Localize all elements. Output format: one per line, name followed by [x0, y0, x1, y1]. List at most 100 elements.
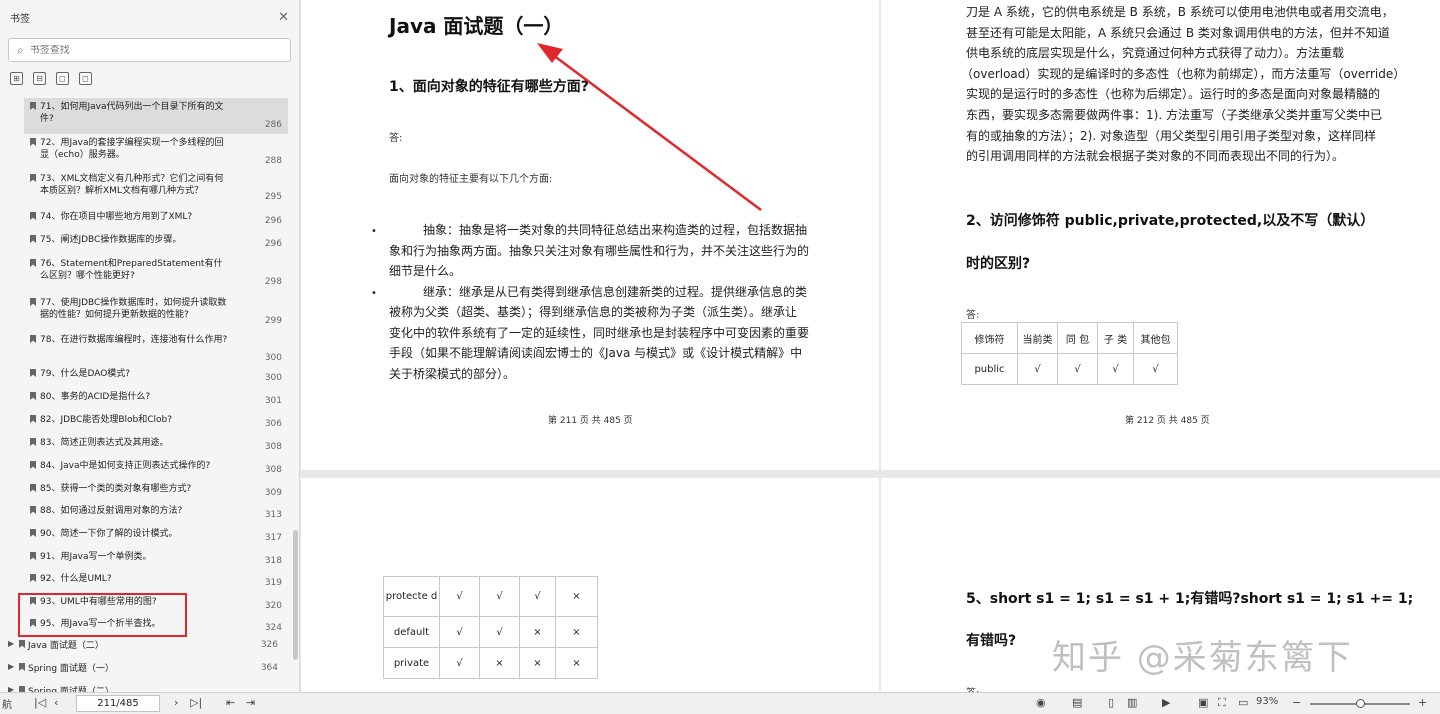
bookmark-item[interactable]: 71、如何用Java代码列出一个目录下所有的文件? 286 [24, 98, 288, 134]
add-bookmark-icon[interactable]: ◻ [56, 72, 69, 85]
table-cell: public [961, 353, 1018, 385]
bookmark-icon [30, 484, 36, 492]
bookmark-item-label: 84、Java中是如何支持正则表达式操作的? [40, 461, 211, 471]
bookmark-page-number: 318 [264, 556, 282, 566]
table-row: default √ √ × × [383, 616, 598, 648]
bookmark-item[interactable]: 91、用Java写一个单例类。 318 [24, 548, 288, 570]
access-modifier-table-continued: protecte d √ √ √ × default √ √ × × private √ × × × [383, 576, 598, 679]
close-icon[interactable]: ✕ [278, 10, 289, 25]
answer-label: 答: [966, 310, 980, 321]
play-icon[interactable]: ▶ [1162, 696, 1170, 709]
bookmark-item[interactable]: 76、Statement和PreparedStatement有什么区别？哪个性能… [24, 255, 288, 291]
fit-width-icon[interactable]: ▭ [1238, 696, 1248, 709]
table-cell: × [555, 576, 598, 617]
zoom-slider[interactable] [1310, 699, 1410, 708]
bookmark-page-number: 306 [264, 419, 282, 429]
bookmark-item[interactable]: 79、什么是DAO模式? 300 [24, 365, 288, 387]
bookmark-search-input[interactable] [29, 44, 260, 56]
zoom-out-icon[interactable]: − [1292, 696, 1301, 709]
table-header-cell: 子 类 [1097, 322, 1134, 354]
bookmark-item[interactable]: 92、什么是UML? 319 [24, 570, 288, 592]
bookmark-item-label: 79、什么是DAO模式? [40, 369, 131, 379]
expand-arrow-icon[interactable]: ▶ [8, 662, 14, 671]
bookmark-toolbar: ⊞ ⊟ ◻ ◻ [10, 72, 92, 85]
question-5-heading-line-2: 有错吗? [966, 633, 1017, 649]
table-cell: √ [1057, 353, 1098, 385]
next-page-button[interactable]: › [174, 696, 178, 709]
bookmark-item[interactable]: 80、事务的ACID是指什么? 301 [24, 388, 288, 410]
bookmark-item-label: 91、用Java写一个单例类。 [40, 552, 152, 562]
bookmark-item[interactable]: 77、使用JDBC操作数据库时，如何提升读取数据的性能？如何提升更新数据的性能?… [24, 294, 288, 330]
last-page-button[interactable]: ▷| [190, 696, 202, 709]
page-footer: 第 212 页 共 485 页 [1125, 416, 1210, 426]
table-cell: √ [1017, 353, 1058, 385]
back-icon[interactable]: ⇤ [226, 696, 235, 709]
table-cell: √ [519, 576, 556, 617]
zoom-in-icon[interactable]: + [1418, 696, 1427, 709]
annotation-arrow [537, 43, 762, 212]
bookmark-group[interactable]: ▶ Java 面试题（二） 326 [6, 636, 286, 654]
bookmark-item-label: 75、阐述JDBC操作数据库的步骤。 [40, 235, 182, 245]
actual-size-icon[interactable]: ▣ [1198, 696, 1208, 709]
bookmark-item[interactable]: 88、如何通过反射调用对象的方法? 313 [24, 502, 288, 524]
table-cell: default [383, 616, 440, 648]
expand-arrow-icon[interactable]: ▶ [8, 685, 14, 692]
bookmark-page-number: 308 [264, 465, 282, 475]
continued-text-line: 实现的是运行时的多态性（也称为后绑定）。运行时的多态是面向对象最精髓的 [966, 87, 1381, 102]
first-page-button[interactable]: |◁ [34, 696, 46, 709]
table-cell: √ [479, 576, 520, 617]
watermark-text: 知乎 @采菊东篱下 [1052, 638, 1353, 678]
bookmark-icon [19, 640, 25, 648]
continued-text-line: 东西，要实现多态需要做两件事：1). 方法重写（子类继承父类并重写父类中已 [966, 108, 1382, 122]
bookmark-item[interactable]: 84、Java中是如何支持正则表达式操作的? 308 [24, 457, 288, 479]
bookmark-icon [30, 392, 36, 400]
eye-protection-icon[interactable]: ◉ [1036, 696, 1046, 709]
table-cell: × [479, 647, 520, 679]
bookmark-item[interactable]: 73、XML文档定义有几种形式？它们之间有何本质区别？解析XML文档有哪几种方式… [24, 170, 288, 206]
bookmark-item[interactable]: 82、JDBC能否处理Blob和Clob? 306 [24, 411, 288, 433]
table-cell: × [519, 647, 556, 679]
bookmark-icon [30, 506, 36, 514]
zoom-slider-handle[interactable] [1356, 699, 1365, 708]
fit-page-icon[interactable]: ⛶ [1218, 696, 1226, 710]
bookmark-group[interactable]: ▶ Spring 面试题（一） 364 [6, 659, 286, 677]
bookmark-item[interactable]: 90、简述一下你了解的设计模式。 317 [24, 525, 288, 547]
bookmark-item[interactable]: 72、用Java的套接字编程实现一个多线程的回显（echo）服务器。 288 [24, 134, 288, 170]
bookmark-scrollbar[interactable] [293, 530, 298, 660]
bookmark-item[interactable]: 83、简述正则表达式及其用途。 308 [24, 434, 288, 456]
single-page-icon[interactable]: ▯ [1108, 696, 1114, 709]
bookmark-item[interactable]: 78、在进行数据库编程时，连接池有什么作用? 300 [24, 331, 288, 365]
continued-text-line: 刀是 A 系统，它的供电系统是 B 系统，B 系统可以使用电池供电或者用交流电， [966, 5, 1394, 19]
bookmark-item[interactable]: 74、你在项目中哪些地方用到了XML? 296 [24, 208, 288, 230]
table-header-cell: 当前类 [1017, 322, 1058, 354]
bookmark-item-label: 76、Statement和PreparedStatement有什么区别？哪个性能… [40, 259, 223, 281]
bookmark-group[interactable]: ▶ Spring 面试题（二） [6, 682, 286, 692]
bookmark-page-number: 326 [260, 640, 278, 650]
bookmark-panel-title: 书签 [10, 13, 30, 25]
bookmark-icon[interactable]: ◻ [79, 72, 92, 85]
bookmark-page-number: 296 [264, 239, 282, 249]
bookmark-item[interactable]: 75、阐述JDBC操作数据库的步骤。 296 [24, 231, 288, 253]
bookmark-item[interactable]: 85、获得一个类的类对象有哪些方式? 309 [24, 480, 288, 502]
bookmark-item-label: 74、你在项目中哪些地方用到了XML? [40, 212, 193, 222]
question-5-heading-line-1: 5、short s1 = 1; s1 = s1 + 1;有错吗?short s1… [966, 591, 1414, 607]
bookmark-icon [30, 415, 36, 423]
bookmark-search-box[interactable]: ⌕ [8, 38, 291, 62]
continuous-view-icon[interactable]: ▤ [1072, 696, 1082, 709]
table-row: protecte d √ √ √ × [383, 576, 598, 617]
zoom-level[interactable]: 93% [1256, 696, 1278, 707]
page-number-input[interactable] [76, 695, 160, 712]
document-viewport[interactable]: Java 面试题（一） 1、面向对象的特征有哪些方面? 答: 面向对象的特征主要… [301, 0, 1440, 692]
collapse-all-icon[interactable]: ⊟ [33, 72, 46, 85]
forward-icon[interactable]: ⇥ [246, 696, 255, 709]
bookmark-page-number: 313 [264, 510, 282, 520]
double-page-icon[interactable]: ▥ [1127, 696, 1137, 709]
bookmark-item-label: 85、获得一个类的类对象有哪些方式? [40, 484, 192, 494]
expand-arrow-icon[interactable]: ▶ [8, 639, 14, 648]
bookmark-page-number: 364 [260, 663, 278, 673]
expand-all-icon[interactable]: ⊞ [10, 72, 23, 85]
bookmark-icon [30, 438, 36, 446]
access-modifier-table: 修饰符 当前类同 包子 类其他包 public √ √ √ √ [961, 322, 1178, 385]
bookmark-icon [30, 552, 36, 560]
prev-page-button[interactable]: ‹ [54, 696, 58, 709]
